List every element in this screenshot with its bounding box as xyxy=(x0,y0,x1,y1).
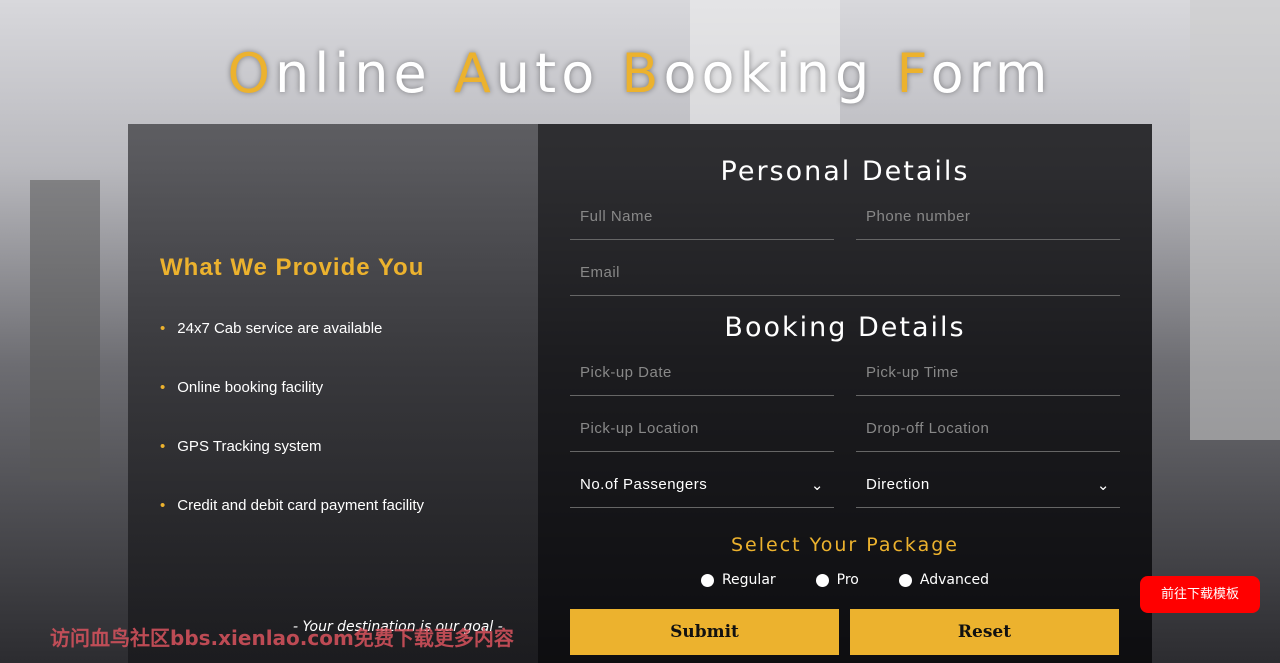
submit-button[interactable]: Submit xyxy=(570,609,839,655)
list-item: • Credit and debit card payment facility xyxy=(160,497,424,556)
download-template-button[interactable]: 前往下载模板 xyxy=(1140,576,1260,613)
radio-advanced[interactable]: Advanced xyxy=(898,572,989,588)
bullet-icon: • xyxy=(160,497,166,514)
list-item: • Online booking facility xyxy=(160,379,424,438)
package-heading: Select Your Package xyxy=(730,534,959,556)
bullet-icon: • xyxy=(160,320,166,337)
list-item: • 24x7 Cab service are available xyxy=(160,320,424,379)
chevron-down-icon: ⌄ xyxy=(1096,477,1110,494)
dropoff-location-input[interactable]: Drop-off Location xyxy=(856,412,1120,452)
pickup-date-input[interactable]: Pick-up Date xyxy=(570,356,834,396)
booking-form: Personal Details Full Name Phone number … xyxy=(538,124,1152,663)
title-word: Online xyxy=(227,42,432,105)
email-input[interactable]: Email xyxy=(570,256,1120,296)
full-name-input[interactable]: Full Name xyxy=(570,200,834,240)
package-options: Regular Pro Advanced xyxy=(538,572,1152,588)
watermark: 访问血鸟社区bbs.xienlao.com免费下载更多内容 xyxy=(50,626,514,650)
booking-details-heading: Booking Details xyxy=(724,312,966,343)
bullet-icon: • xyxy=(160,379,166,396)
direction-select[interactable]: Direction ⌄ xyxy=(856,468,1120,508)
features-list: • 24x7 Cab service are available • Online … xyxy=(160,320,424,556)
features-panel: What We Provide You • 24x7 Cab service ar… xyxy=(128,124,538,663)
features-heading: What We Provide You xyxy=(160,254,425,281)
radio-regular[interactable]: Regular xyxy=(700,572,776,588)
page-title: Online Auto Booking Form xyxy=(0,42,1280,105)
title-word: Booking xyxy=(621,42,875,105)
bullet-icon: • xyxy=(160,438,166,455)
personal-details-heading: Personal Details xyxy=(720,156,970,187)
phone-input[interactable]: Phone number xyxy=(856,200,1120,240)
title-word: Form xyxy=(896,42,1053,105)
chevron-down-icon: ⌄ xyxy=(810,477,824,494)
title-word: Auto xyxy=(453,42,600,105)
list-item: • GPS Tracking system xyxy=(160,438,424,497)
pickup-location-input[interactable]: Pick-up Location xyxy=(570,412,834,452)
radio-pro[interactable]: Pro xyxy=(815,572,859,588)
passengers-select[interactable]: No.of Passengers ⌄ xyxy=(570,468,834,508)
pickup-time-input[interactable]: Pick-up Time xyxy=(856,356,1120,396)
reset-button[interactable]: Reset xyxy=(850,609,1119,655)
